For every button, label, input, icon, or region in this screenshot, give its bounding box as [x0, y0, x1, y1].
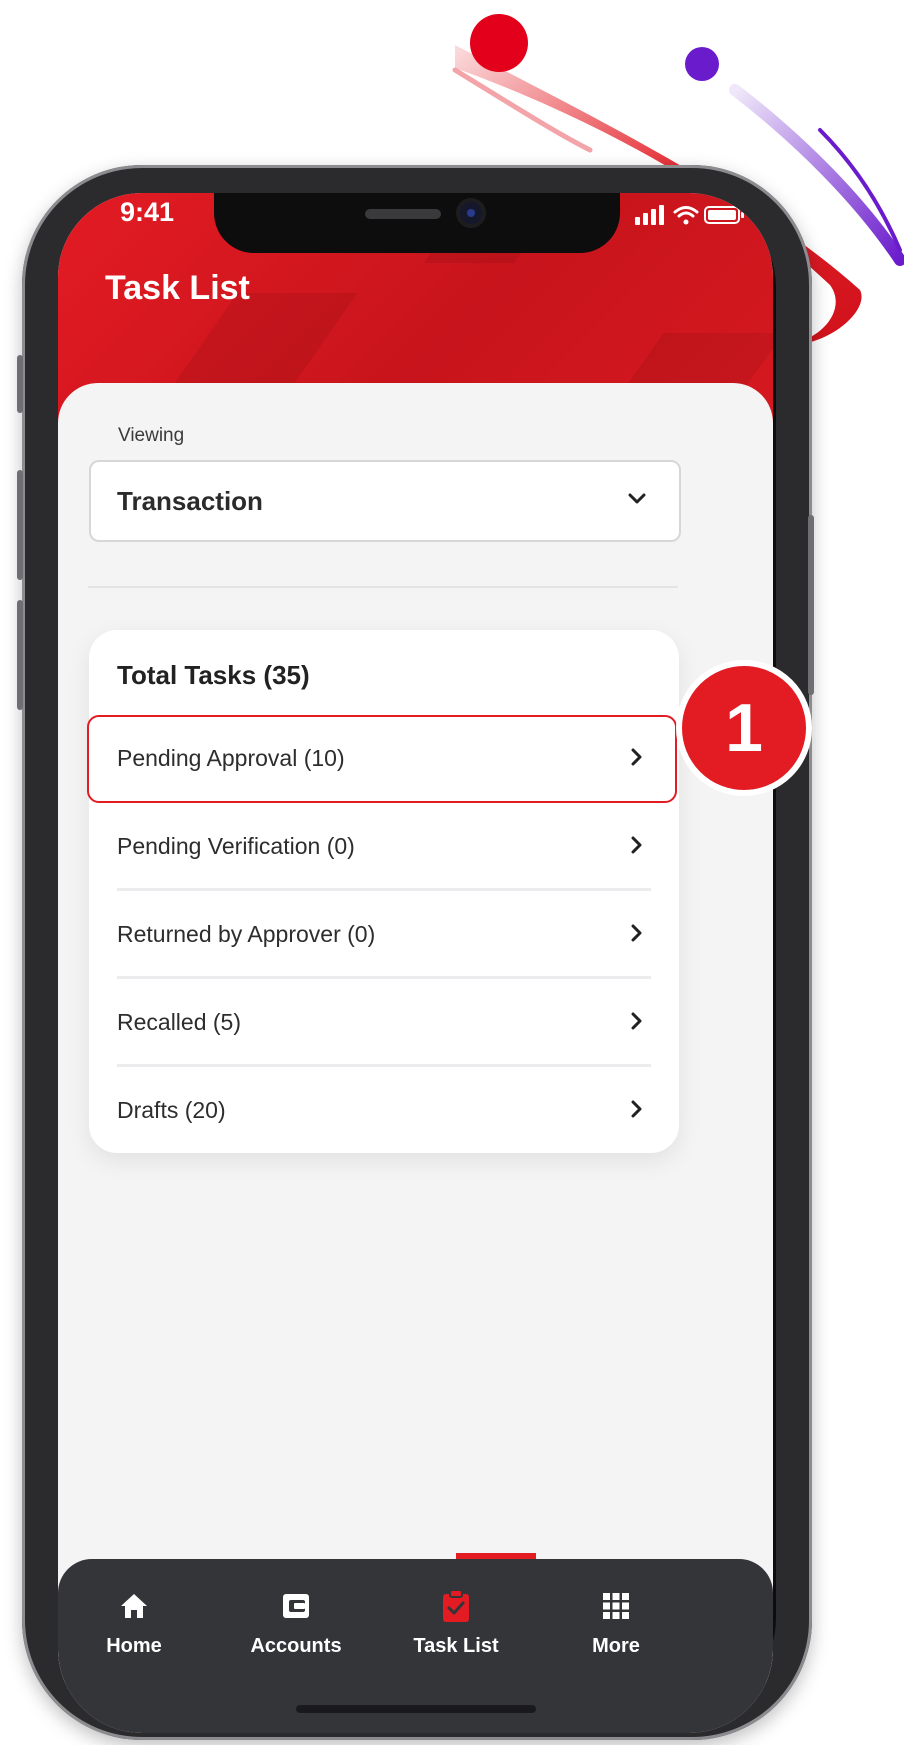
task-row-returned-by-approver[interactable]: Returned by Approver (0)	[89, 891, 679, 979]
speaker	[365, 209, 441, 219]
tab-label: Accounts	[250, 1635, 342, 1657]
task-row-label: Pending Verification (0)	[117, 833, 355, 859]
status-icons	[635, 203, 745, 232]
tab-label: Task List	[413, 1635, 499, 1657]
page-title: Task List	[105, 269, 250, 307]
wallet-icon	[283, 1594, 309, 1618]
chevron-right-icon	[631, 1100, 643, 1123]
chevron-right-icon	[631, 1012, 643, 1035]
mute-switch	[17, 355, 23, 413]
signal-icon	[635, 205, 664, 225]
battery-icon	[704, 206, 744, 224]
camera	[460, 202, 482, 224]
volume-up-button	[17, 470, 23, 580]
chevron-right-icon	[631, 836, 643, 859]
active-tab-indicator	[456, 1553, 536, 1559]
home-icon	[121, 1594, 147, 1618]
tab-home[interactable]: Home	[64, 1589, 204, 1658]
task-row-drafts[interactable]: Drafts (20)	[89, 1067, 679, 1155]
viewing-dropdown[interactable]: Transaction	[89, 460, 681, 542]
total-tasks-title: Total Tasks (35)	[117, 660, 310, 690]
divider	[88, 586, 678, 588]
task-row-pending-verification[interactable]: Pending Verification (0)	[89, 803, 679, 891]
notch	[214, 193, 620, 253]
task-row-label: Recalled (5)	[117, 1009, 241, 1035]
tab-more[interactable]: More	[546, 1589, 686, 1658]
task-row-label: Returned by Approver (0)	[117, 921, 376, 947]
chevron-down-icon	[628, 492, 646, 510]
viewing-selected-value: Transaction	[117, 486, 263, 516]
viewing-label: Viewing	[118, 425, 185, 446]
app-screen: 9:41 Task List Viewing Transaction Total…	[58, 193, 773, 1733]
task-row-recalled[interactable]: Recalled (5)	[89, 979, 679, 1067]
wifi-icon	[673, 206, 699, 218]
tab-label: More	[592, 1635, 640, 1657]
status-time: 9:41	[120, 197, 175, 227]
chevron-right-icon	[631, 924, 643, 947]
tab-label: Home	[106, 1635, 162, 1657]
content-panel: Viewing Transaction Total Tasks (35) Pen…	[58, 383, 773, 1683]
clipboard-check-icon	[443, 1589, 469, 1622]
tab-task-list[interactable]: Task List	[386, 1589, 526, 1658]
power-button	[808, 515, 814, 695]
home-indicator	[296, 1705, 536, 1713]
tasks-card: Total Tasks (35) Pending Approval (10) P…	[87, 630, 679, 1155]
volume-down-button	[17, 600, 23, 710]
task-row-label: Drafts (20)	[117, 1097, 226, 1123]
step-number-badge: 1	[676, 660, 812, 796]
highlight-box	[87, 715, 677, 803]
grid-icon	[603, 1593, 629, 1619]
bottom-tab-bar: Home Accounts Task List More	[58, 1553, 773, 1733]
tab-accounts[interactable]: Accounts	[226, 1589, 366, 1658]
